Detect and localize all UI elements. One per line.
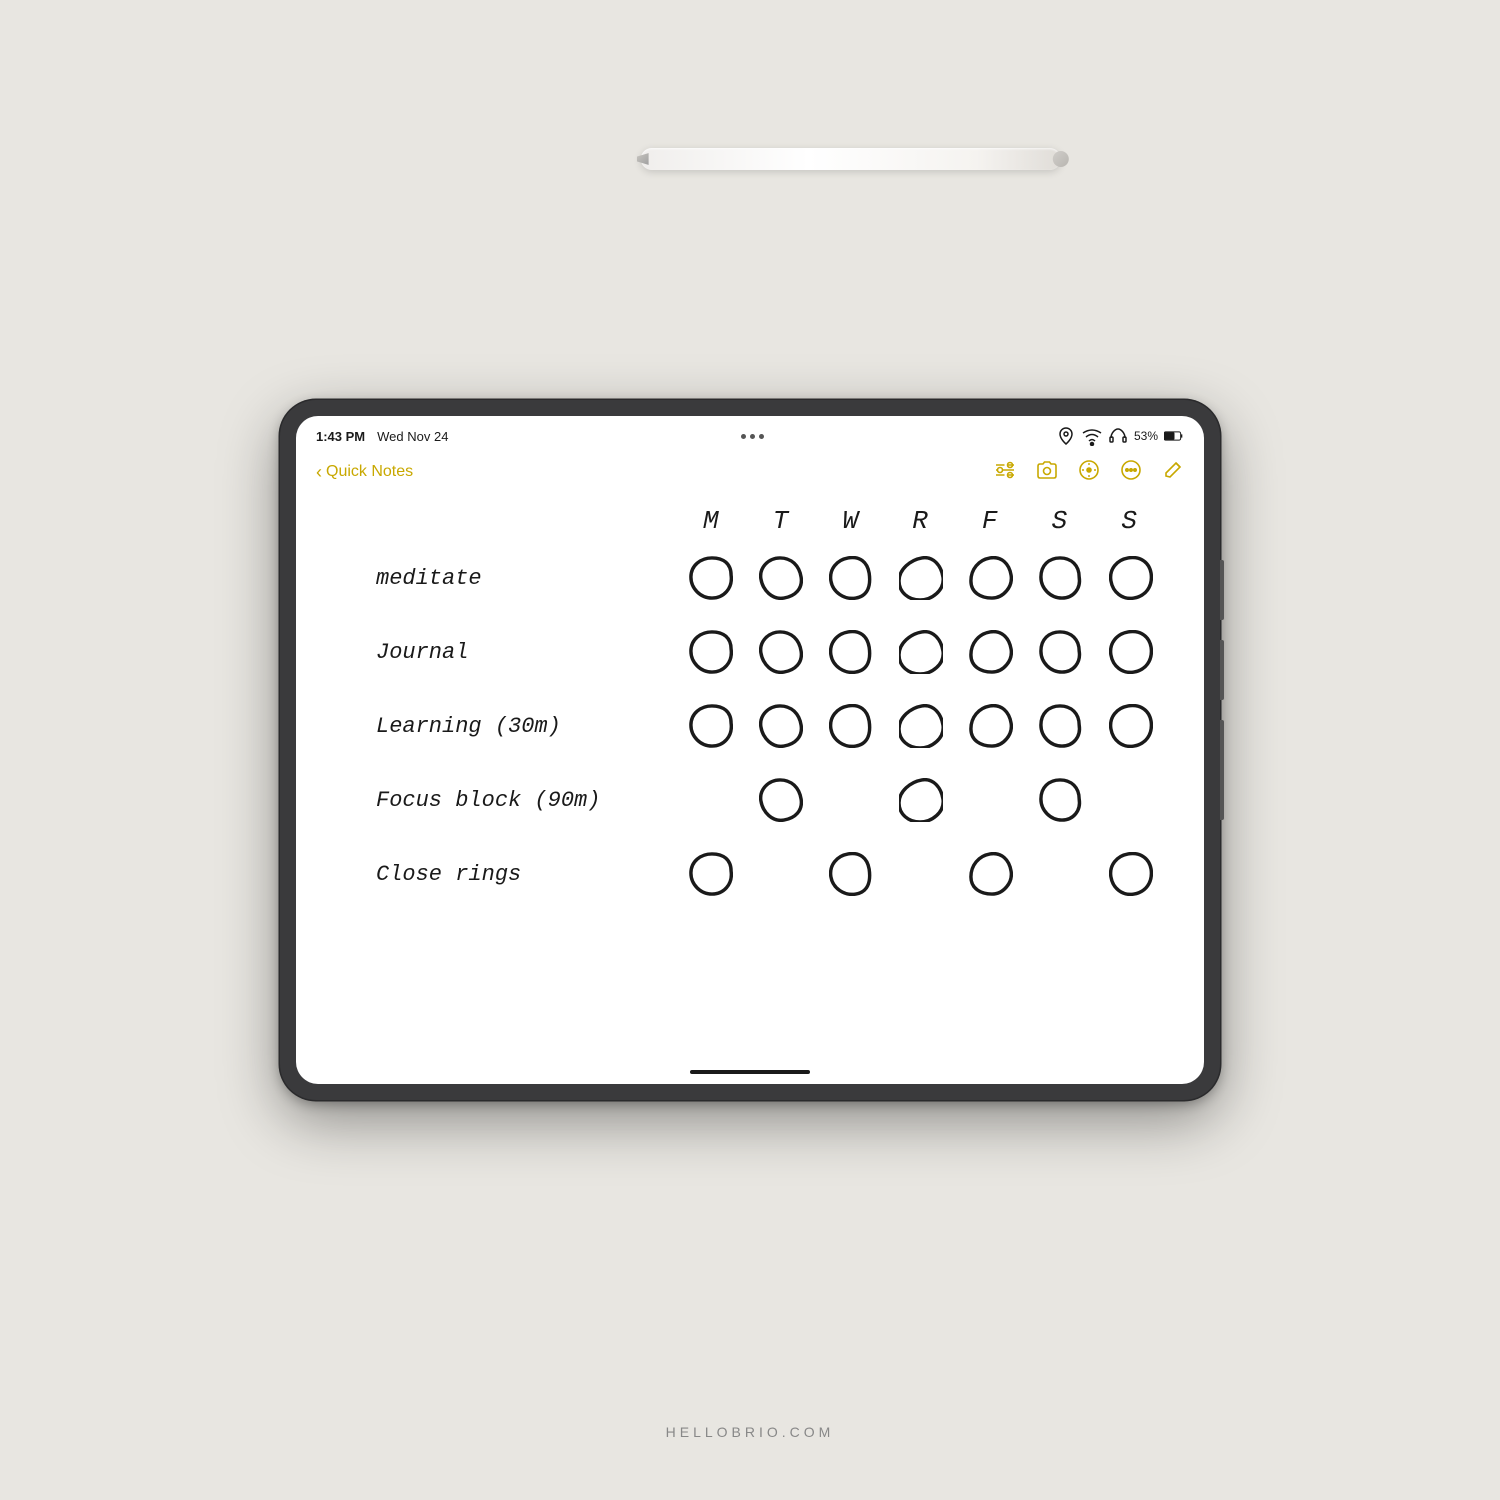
habit-circle (676, 618, 746, 686)
habit-circle (816, 544, 886, 612)
day-label: S (1094, 506, 1164, 536)
empty-cell (1096, 766, 1166, 834)
habit-circle (886, 544, 956, 612)
day-label: W (815, 506, 885, 536)
status-right: 53% (1056, 426, 1184, 446)
habit-circle (676, 544, 746, 612)
day-label: M (676, 506, 746, 536)
habit-name: Journal (376, 640, 676, 665)
habit-circle (886, 692, 956, 760)
compass-icon[interactable] (1078, 459, 1100, 486)
status-center (741, 434, 764, 439)
habit-name: Learning (30m) (376, 714, 676, 739)
ipad-frame: 1:43 PM Wed Nov 24 (280, 400, 1220, 1100)
habit-name: meditate (376, 566, 676, 591)
status-time: 1:43 PM (316, 429, 365, 444)
habit-row: Journal (376, 618, 1164, 686)
habit-circle (886, 618, 956, 686)
habit-row: meditate (376, 544, 1164, 612)
day-label: F (955, 506, 1025, 536)
habit-circle (816, 618, 886, 686)
habit-row: Learning (30m) (376, 692, 1164, 760)
habit-rows: meditate Journal Learning (30m) (376, 544, 1164, 908)
wifi-icon (1082, 426, 1102, 446)
habit-circle (746, 544, 816, 612)
habit-circle (956, 692, 1026, 760)
habit-circle (1096, 544, 1166, 612)
empty-cell (816, 766, 886, 834)
habit-circle (1096, 692, 1166, 760)
habit-circle (676, 840, 746, 908)
habit-circles (676, 692, 1166, 760)
habit-circles (676, 766, 1166, 834)
page-wrapper: 1:43 PM Wed Nov 24 (0, 0, 1500, 1500)
habit-circle (676, 692, 746, 760)
empty-cell (1026, 840, 1096, 908)
habit-row: Close rings (376, 840, 1164, 908)
status-dot-3 (759, 434, 764, 439)
habit-row: Focus block (90m) (376, 766, 1164, 834)
home-indicator (296, 1060, 1204, 1084)
habit-circle (746, 766, 816, 834)
habit-circle (1026, 544, 1096, 612)
back-chevron-icon: ‹ (316, 462, 322, 483)
habit-circle (1026, 692, 1096, 760)
status-bar: 1:43 PM Wed Nov 24 (296, 416, 1204, 452)
habit-circle (886, 766, 956, 834)
more-icon[interactable] (1120, 459, 1142, 486)
habit-circle (746, 692, 816, 760)
status-dot-1 (741, 434, 746, 439)
habit-circles (676, 840, 1166, 908)
location-icon (1056, 426, 1076, 446)
habit-circle (1026, 766, 1096, 834)
habit-circle (746, 618, 816, 686)
battery-icon (1164, 426, 1184, 446)
headphones-icon (1108, 426, 1128, 446)
habit-name: Close rings (376, 862, 676, 887)
day-label: R (885, 506, 955, 536)
back-label: Quick Notes (326, 463, 413, 481)
status-dot-2 (750, 434, 755, 439)
side-button-top (1220, 560, 1224, 620)
habit-circle (816, 840, 886, 908)
status-left: 1:43 PM Wed Nov 24 (316, 429, 448, 444)
empty-cell (676, 766, 746, 834)
days-header: MTWRFSS (676, 506, 1164, 536)
habit-circle (816, 692, 886, 760)
empty-cell (886, 840, 956, 908)
day-label: T (746, 506, 816, 536)
side-button-mid (1220, 640, 1224, 700)
filter-icon[interactable] (994, 459, 1016, 486)
ipad-screen: 1:43 PM Wed Nov 24 (296, 416, 1204, 1084)
habit-circle (956, 544, 1026, 612)
edit-icon[interactable] (1162, 459, 1184, 486)
nav-icons (994, 459, 1184, 486)
camera-icon[interactable] (1036, 459, 1058, 486)
footer-text: HELLOBRIO.COM (666, 1424, 835, 1440)
side-button-bot (1220, 720, 1224, 820)
tracker-table: MTWRFSS meditate Journal (376, 506, 1164, 1040)
habit-circle (956, 618, 1026, 686)
back-button[interactable]: ‹ Quick Notes (316, 462, 413, 483)
apple-pencil (641, 148, 1061, 170)
battery-text: 53% (1134, 429, 1158, 443)
empty-cell (746, 840, 816, 908)
home-bar (690, 1070, 810, 1074)
habit-circles (676, 618, 1166, 686)
day-label: S (1025, 506, 1095, 536)
habit-name: Focus block (90m) (376, 788, 676, 813)
note-content: MTWRFSS meditate Journal (296, 496, 1204, 1060)
habit-circle (1096, 840, 1166, 908)
habit-circles (676, 544, 1166, 612)
nav-bar: ‹ Quick Notes (296, 452, 1204, 496)
status-date: Wed Nov 24 (377, 429, 448, 444)
habit-circle (956, 840, 1026, 908)
habit-circle (1026, 618, 1096, 686)
empty-cell (956, 766, 1026, 834)
habit-circle (1096, 618, 1166, 686)
